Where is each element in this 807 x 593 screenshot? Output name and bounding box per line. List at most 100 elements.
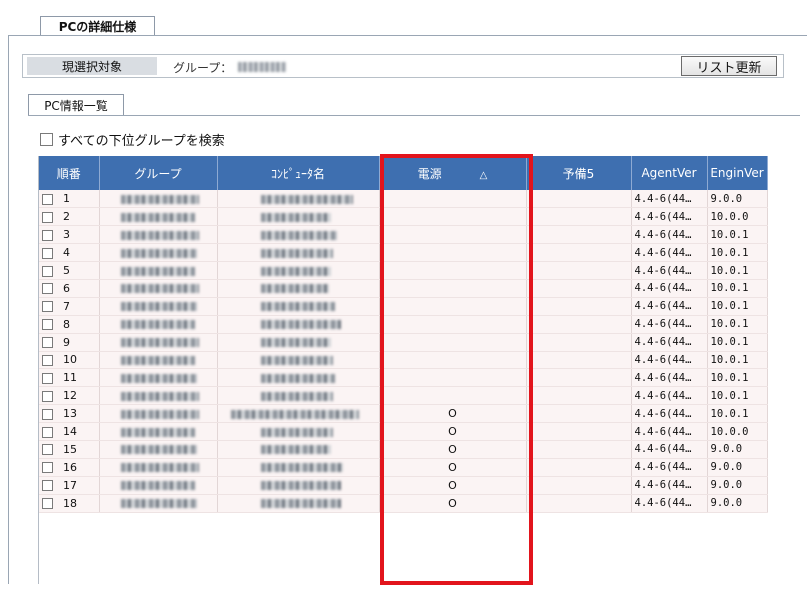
table-row[interactable]: 3 4.4-6(44… 10.0.1: [39, 225, 768, 245]
order-cell: 8: [39, 315, 100, 334]
row-checkbox[interactable]: [42, 193, 53, 205]
reserve5-cell: [526, 404, 632, 424]
row-checkbox[interactable]: [42, 372, 53, 384]
table-row[interactable]: 9 4.4-6(44… 10.0.1: [39, 333, 768, 352]
row-checkbox[interactable]: [42, 444, 53, 456]
row-checkbox[interactable]: [42, 390, 53, 402]
reserve5-cell: [526, 440, 632, 459]
group-redacted: [120, 284, 199, 294]
group-redacted: [120, 463, 199, 473]
row-checkbox[interactable]: [42, 498, 53, 510]
tab-pc-info-list[interactable]: PC情報一覧: [28, 94, 124, 116]
table-row[interactable]: 2 4.4-6(44… 10.0.0: [39, 207, 768, 227]
table-row[interactable]: 5 4.4-6(44… 10.0.1: [39, 261, 768, 280]
column-header-group[interactable]: グループ: [99, 156, 218, 190]
order-cell: 1: [39, 190, 100, 209]
order-cell: 5: [39, 261, 100, 280]
column-header-computer-name[interactable]: ｺﾝﾋﾟｭｰﾀ名: [217, 156, 380, 190]
power-cell: O: [379, 404, 527, 424]
order-cell: 13: [39, 404, 100, 424]
order-number: 18: [63, 496, 77, 510]
column-header-reserve5[interactable]: 予備5: [526, 156, 632, 190]
group-cell: [99, 207, 218, 227]
engine-ver-cell: 10.0.1: [707, 297, 768, 316]
inner-tab-divider: [28, 115, 800, 116]
engine-ver-cell: 10.0.1: [707, 333, 768, 352]
reserve5-cell: [526, 333, 632, 352]
order-cell: 6: [39, 279, 100, 298]
order-cell: 12: [39, 386, 100, 406]
row-checkbox[interactable]: [42, 337, 53, 349]
group-cell: [99, 368, 218, 388]
table-row[interactable]: 6 4.4-6(44… 10.0.1: [39, 279, 768, 298]
search-subgroups-option[interactable]: すべての下位グループを検索: [40, 130, 225, 149]
tab-pc-details[interactable]: PCの詳細仕様: [40, 16, 155, 37]
table-row[interactable]: 8 4.4-6(44… 10.0.1: [39, 315, 768, 334]
computer-name-redacted: [260, 248, 333, 258]
table-row[interactable]: 16 O 4.4-6(44… 9.0.0: [39, 458, 768, 477]
computer-name-cell: [217, 386, 380, 406]
group-prefix: グループ：: [173, 60, 233, 75]
refresh-list-button[interactable]: リスト更新: [681, 56, 777, 76]
engine-ver-cell: 10.0.1: [707, 404, 768, 424]
table-row[interactable]: 17 O 4.4-6(44… 9.0.0: [39, 476, 768, 495]
order-number: 9: [63, 335, 70, 349]
row-checkbox[interactable]: [42, 462, 53, 474]
column-header-engine-ver[interactable]: EnginVer: [707, 156, 768, 190]
order-number: 17: [63, 478, 77, 492]
search-subgroups-checkbox[interactable]: [40, 133, 53, 146]
row-checkbox[interactable]: [42, 301, 53, 313]
row-checkbox[interactable]: [42, 480, 53, 492]
table-row[interactable]: 12 4.4-6(44… 10.0.1: [39, 386, 768, 406]
group-cell: [99, 404, 218, 424]
column-header-power[interactable]: 電源 △: [379, 156, 527, 190]
order-cell: 18: [39, 494, 100, 513]
reserve5-cell: [526, 207, 632, 227]
computer-name-redacted: [260, 499, 341, 509]
computer-name-redacted: [260, 302, 335, 312]
row-checkbox[interactable]: [42, 319, 53, 331]
table-row[interactable]: 14 O 4.4-6(44… 10.0.0: [39, 422, 768, 441]
engine-ver-cell: 9.0.0: [707, 440, 768, 459]
row-checkbox[interactable]: [42, 211, 53, 223]
table-row[interactable]: 1 4.4-6(44… 9.0.0: [39, 190, 768, 209]
row-checkbox[interactable]: [42, 247, 53, 259]
group-redacted: [120, 445, 197, 455]
table-row[interactable]: 4 4.4-6(44… 10.0.1: [39, 243, 768, 263]
table-row[interactable]: 11 4.4-6(44… 10.0.1: [39, 368, 768, 388]
row-checkbox[interactable]: [42, 265, 53, 277]
agent-ver-cell: 4.4-6(44…: [631, 261, 708, 280]
row-checkbox[interactable]: [42, 354, 53, 366]
current-selection-label: 現選択対象: [27, 57, 157, 75]
row-checkbox[interactable]: [42, 283, 53, 295]
power-cell: [379, 333, 527, 352]
search-subgroups-label: すべての下位グループを検索: [58, 134, 225, 149]
computer-name-redacted: [260, 194, 353, 204]
row-checkbox[interactable]: [42, 229, 53, 241]
table-row[interactable]: 13 O 4.4-6(44… 10.0.1: [39, 404, 768, 424]
row-checkbox[interactable]: [42, 408, 53, 420]
table-row[interactable]: 18 O 4.4-6(44… 9.0.0: [39, 494, 768, 513]
engine-ver-cell: 10.0.1: [707, 225, 768, 245]
computer-name-cell: [217, 494, 380, 513]
order-cell: 4: [39, 243, 100, 263]
reserve5-cell: [526, 351, 632, 370]
computer-name-cell: [217, 261, 380, 280]
table-row[interactable]: 10 4.4-6(44… 10.0.1: [39, 351, 768, 370]
order-cell: 17: [39, 476, 100, 495]
computer-name-redacted: [260, 230, 337, 240]
group-cell: [99, 261, 218, 280]
computer-name-cell: [217, 297, 380, 316]
row-checkbox[interactable]: [42, 426, 53, 438]
column-header-order[interactable]: 順番: [39, 156, 100, 190]
table-row[interactable]: 7 4.4-6(44… 10.0.1: [39, 297, 768, 316]
engine-ver-cell: 10.0.1: [707, 368, 768, 388]
sort-ascending-icon: △: [479, 169, 488, 181]
order-number: 1: [63, 192, 70, 206]
power-cell: [379, 315, 527, 334]
reserve5-cell: [526, 190, 632, 209]
order-number: 12: [63, 389, 77, 403]
computer-name-redacted: [260, 427, 333, 437]
column-header-agent-ver[interactable]: AgentVer: [631, 156, 708, 190]
table-row[interactable]: 15 O 4.4-6(44… 9.0.0: [39, 440, 768, 459]
